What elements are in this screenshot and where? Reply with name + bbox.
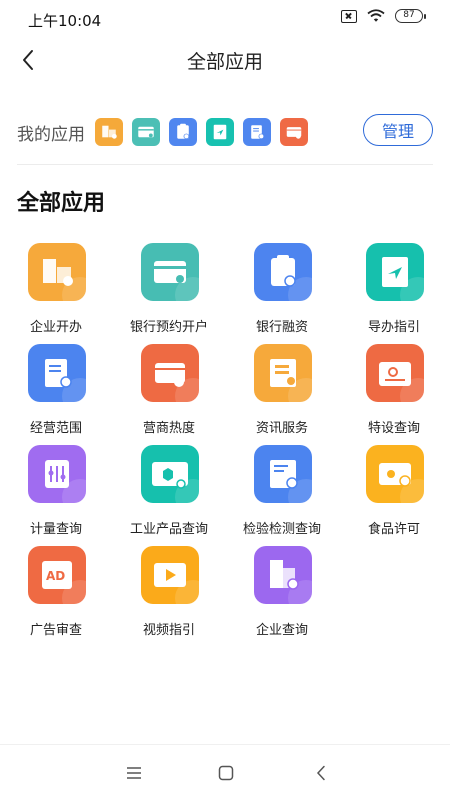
guide-send-icon[interactable] bbox=[206, 118, 234, 146]
no-sim-icon bbox=[341, 9, 357, 23]
app-label: 特设查询 bbox=[367, 421, 420, 436]
app-item[interactable]: 计量查询 bbox=[0, 445, 112, 541]
wifi-icon bbox=[367, 9, 385, 22]
app-item[interactable]: 银行预约开户 bbox=[113, 243, 225, 339]
home-button[interactable] bbox=[216, 763, 236, 783]
bank-finance-icon bbox=[254, 243, 312, 301]
clipboard-icon[interactable] bbox=[169, 118, 197, 146]
app-label: 银行融资 bbox=[255, 320, 308, 335]
app-label: 经营范围 bbox=[29, 421, 82, 436]
bank-account-icon bbox=[141, 243, 199, 301]
enterprise-icon[interactable] bbox=[95, 118, 123, 146]
app-label: 检验检测查询 bbox=[242, 522, 321, 537]
app-item[interactable]: 导办指引 bbox=[338, 243, 450, 339]
app-item[interactable]: 银行融资 bbox=[226, 243, 338, 339]
bank-card-icon-glyph bbox=[138, 126, 154, 138]
app-item[interactable]: 资讯服务 bbox=[226, 344, 338, 440]
app-label: 资讯服务 bbox=[255, 421, 308, 436]
document-search-icon-glyph bbox=[251, 125, 265, 140]
food-license-icon bbox=[366, 445, 424, 503]
news-service-icon bbox=[254, 344, 312, 402]
battery-level: 87 bbox=[395, 9, 423, 23]
clipboard-icon-glyph bbox=[177, 123, 190, 140]
video-guide-icon bbox=[141, 546, 199, 604]
app-label: 工业产品查询 bbox=[129, 522, 208, 537]
app-item[interactable]: 检验检测查询 bbox=[226, 445, 338, 541]
document-search-icon[interactable] bbox=[243, 118, 271, 146]
app-item[interactable]: 企业开办 bbox=[0, 243, 112, 339]
divider bbox=[17, 164, 433, 165]
bank-card-icon[interactable] bbox=[132, 118, 160, 146]
app-label: 广告审查 bbox=[29, 623, 82, 638]
enterprise-query-icon bbox=[254, 546, 312, 604]
header: 全部应用 bbox=[0, 36, 450, 84]
app-label: 营商热度 bbox=[142, 421, 195, 436]
page-title: 全部应用 bbox=[186, 51, 263, 73]
app-label: 计量查询 bbox=[29, 522, 82, 537]
status-time: 上午10:04 bbox=[28, 12, 102, 30]
special-equipment-icon bbox=[366, 344, 424, 402]
app-item[interactable]: 营商热度 bbox=[113, 344, 225, 440]
menu-button[interactable] bbox=[124, 763, 144, 783]
enterprise-open-icon bbox=[28, 243, 86, 301]
navigation-bar bbox=[0, 744, 450, 800]
status-icons: 87 bbox=[341, 9, 426, 23]
app-item[interactable]: AD 广告审查 bbox=[0, 546, 112, 642]
business-heat-icon bbox=[141, 344, 199, 402]
my-apps-label: 我的应用 bbox=[17, 124, 85, 145]
my-apps-icons bbox=[95, 118, 308, 146]
app-item[interactable]: 企业查询 bbox=[226, 546, 338, 642]
app-item[interactable]: 特设查询 bbox=[338, 344, 450, 440]
status-bar: 上午10:04 87 bbox=[0, 0, 450, 36]
app-label: 银行预约开户 bbox=[129, 320, 208, 335]
home-square-icon bbox=[218, 765, 234, 781]
shop-icon[interactable] bbox=[280, 118, 308, 146]
manage-button[interactable]: 管理 bbox=[363, 114, 433, 146]
guide-icon bbox=[366, 243, 424, 301]
metrology-icon bbox=[28, 445, 86, 503]
section-title: 全部应用 bbox=[17, 191, 106, 216]
app-label: 企业开办 bbox=[29, 320, 82, 335]
svg-text:AD: AD bbox=[46, 569, 65, 583]
ad-review-icon: AD bbox=[28, 546, 86, 604]
app-item[interactable]: 视频指引 bbox=[113, 546, 225, 642]
my-apps-row: 我的应用 管理 bbox=[17, 112, 433, 152]
app-label: 食品许可 bbox=[367, 522, 420, 537]
menu-icon bbox=[127, 767, 141, 779]
app-item[interactable]: 工业产品查询 bbox=[113, 445, 225, 541]
app-label: 企业查询 bbox=[255, 623, 308, 638]
app-label: 视频指引 bbox=[142, 623, 195, 638]
industrial-product-icon bbox=[141, 445, 199, 503]
nav-back-icon bbox=[316, 765, 325, 781]
inspection-icon bbox=[254, 445, 312, 503]
shop-icon-glyph bbox=[286, 127, 302, 139]
app-item[interactable]: 经营范围 bbox=[0, 344, 112, 440]
nav-back-button[interactable] bbox=[311, 763, 331, 783]
guide-send-icon-glyph bbox=[213, 124, 227, 140]
battery-icon: 87 bbox=[395, 9, 426, 23]
business-scope-icon bbox=[28, 344, 86, 402]
app-item[interactable]: 食品许可 bbox=[338, 445, 450, 541]
enterprise-icon-glyph bbox=[102, 125, 117, 139]
app-label: 导办指引 bbox=[367, 320, 420, 335]
